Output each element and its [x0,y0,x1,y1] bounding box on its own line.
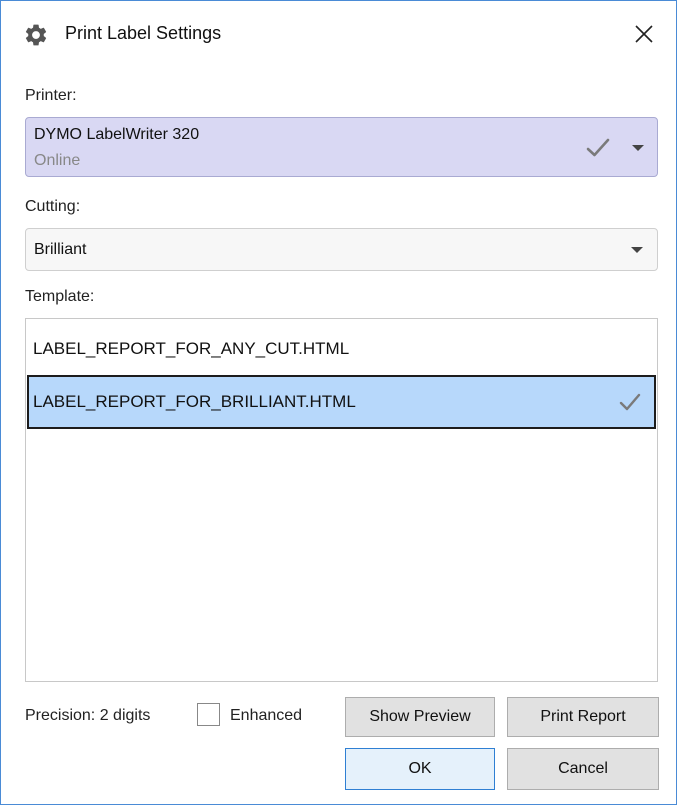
cutting-value: Brilliant [34,241,87,258]
close-button[interactable] [627,17,661,51]
print-report-button[interactable]: Print Report [507,697,659,737]
list-item-selected[interactable]: LABEL_REPORT_FOR_BRILLIANT.HTML [27,375,656,429]
show-preview-button[interactable]: Show Preview [345,697,495,737]
list-item-label: LABEL_REPORT_FOR_ANY_CUT.HTML [33,339,350,358]
precision-text: Precision: 2 digits [25,707,151,724]
enhanced-checkbox[interactable] [197,703,220,726]
checkmark-icon [619,393,641,416]
ok-button[interactable]: OK [345,748,495,790]
chevron-down-icon [631,247,643,253]
print-label-settings-dialog: Print Label Settings Printer: DYMO Label… [0,0,677,805]
title-bar: Print Label Settings [1,1,676,67]
list-item-label: LABEL_REPORT_FOR_BRILLIANT.HTML [33,392,356,411]
printer-dropdown[interactable]: DYMO LabelWriter 320 Online [25,117,658,177]
cancel-button[interactable]: Cancel [507,748,659,790]
checkmark-icon [586,138,610,163]
cutting-label: Cutting: [25,198,81,215]
gear-icon [23,22,49,48]
list-item[interactable]: LABEL_REPORT_FOR_ANY_CUT.HTML [27,322,656,376]
printer-label: Printer: [25,87,77,104]
template-label: Template: [25,288,95,305]
cutting-dropdown[interactable]: Brilliant [25,228,658,271]
chevron-down-icon [632,145,644,151]
enhanced-label[interactable]: Enhanced [230,707,302,725]
template-list[interactable]: LABEL_REPORT_FOR_ANY_CUT.HTML LABEL_REPO… [25,318,658,682]
printer-status: Online [34,152,81,169]
printer-name: DYMO LabelWriter 320 [34,126,200,143]
dialog-title: Print Label Settings [65,23,222,43]
